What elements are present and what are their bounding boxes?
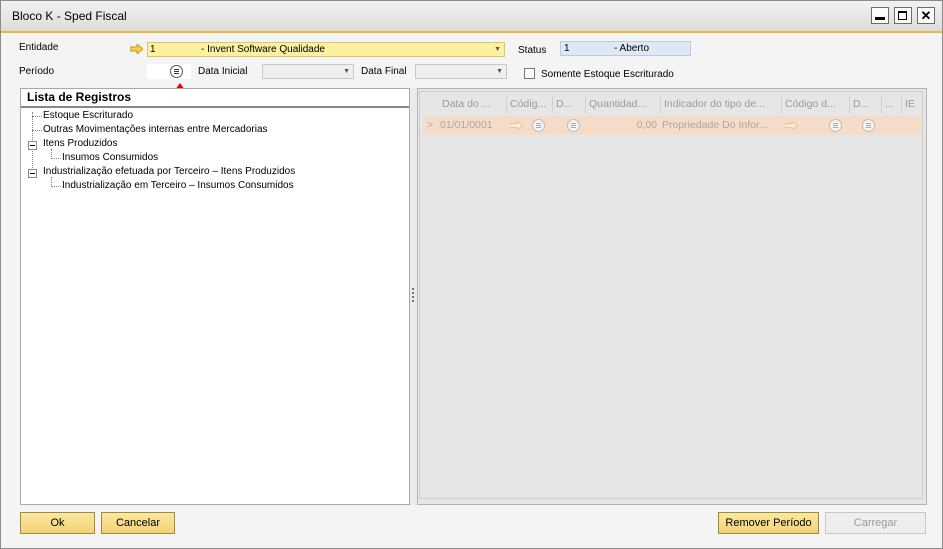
collapse-icon[interactable] — [28, 141, 37, 150]
choose-from-list-icon[interactable] — [862, 119, 875, 132]
periodo-field[interactable] — [147, 64, 191, 79]
row-date: 01/01/0001 — [440, 119, 493, 131]
link-arrow-icon[interactable] — [130, 44, 143, 54]
data-final-field[interactable]: ▼ — [415, 64, 507, 79]
close-glyph: ✕ — [920, 8, 932, 23]
somente-estoque-checkbox[interactable] — [524, 68, 535, 79]
grid-header-data[interactable]: Data do ... — [439, 96, 507, 113]
choose-from-list-icon[interactable] — [829, 119, 842, 132]
choose-from-list-icon[interactable] — [567, 119, 580, 132]
tree-connector — [51, 186, 61, 187]
window-title: Bloco K - Sped Fiscal — [12, 9, 127, 23]
grid-header-codigo[interactable]: Códig... — [507, 96, 553, 113]
status-field[interactable]: 1 - Aberto — [560, 41, 691, 56]
registros-grid-panel: Data do ... Códig... D... Quantidad... I… — [417, 88, 927, 505]
data-final-label: Data Final — [361, 66, 407, 77]
tree-item-insumos-consumidos[interactable]: Insumos Consumidos — [62, 152, 158, 163]
carregar-button[interactable]: Carregar — [825, 512, 926, 534]
chevron-down-icon[interactable]: ▼ — [343, 65, 350, 78]
tree-item-outras-movimentacoes[interactable]: Outras Movimentações internas entre Merc… — [43, 124, 268, 135]
somente-estoque-label: Somente Estoque Escriturado — [541, 69, 674, 80]
grid: Data do ... Códig... D... Quantidad... I… — [419, 91, 923, 499]
minimize-icon[interactable] — [871, 7, 889, 24]
cancel-button[interactable]: Cancelar — [101, 512, 175, 534]
grid-header-ie[interactable]: IE — [902, 96, 922, 113]
entidade-name: - Invent Software Qualidade — [201, 44, 325, 55]
entidade-code: 1 — [150, 44, 156, 55]
table-row[interactable]: > 01/01/0001 0,00 Propriedade Do Infor..… — [423, 116, 921, 135]
lista-registros-panel: Lista de Registros Estoque Escriturado O… — [20, 88, 410, 505]
link-arrow-icon[interactable] — [510, 121, 523, 130]
grid-header-codigo-d[interactable]: Código d... — [782, 96, 850, 113]
chevron-down-icon[interactable]: ▼ — [494, 43, 501, 56]
splitter-grip-icon[interactable] — [412, 288, 416, 302]
choose-from-list-icon[interactable] — [532, 119, 545, 132]
maximize-icon[interactable] — [894, 7, 912, 24]
tree-connector — [32, 116, 42, 117]
grid-header-ellipsis[interactable]: ... — [882, 96, 902, 113]
status-name: - Aberto — [614, 43, 650, 54]
data-inicial-label: Data Inicial — [198, 66, 248, 77]
grid-header-d1[interactable]: D... — [553, 96, 586, 113]
remover-periodo-button[interactable]: Remover Período — [718, 512, 819, 534]
tree-item-itens-produzidos[interactable]: Itens Produzidos — [43, 138, 118, 149]
tree-item-industrializacao-terceiro-itens[interactable]: Industrialização efetuada por Terceiro –… — [43, 166, 295, 177]
panel-splitter[interactable] — [410, 88, 417, 505]
grid-header-d2[interactable]: D... — [850, 96, 882, 113]
entidade-label: Entidade — [19, 42, 59, 53]
ok-button[interactable]: Ok — [20, 512, 95, 534]
grid-header-indicador[interactable]: Indicador do tipo de... — [661, 96, 782, 113]
periodo-label: Período — [19, 66, 55, 77]
chevron-down-icon[interactable]: ▼ — [496, 65, 503, 78]
data-inicial-field[interactable]: ▼ — [262, 64, 354, 79]
row-indicator: Propriedade Do Infor... — [662, 119, 768, 131]
tree-connector — [32, 130, 42, 131]
tree-connector — [51, 158, 61, 159]
divider — [21, 106, 409, 108]
tree-item-industrializacao-terceiro-insumos[interactable]: Industrialização em Terceiro – Insumos C… — [62, 180, 294, 191]
collapse-icon[interactable] — [28, 169, 37, 178]
close-icon[interactable]: ✕ — [917, 7, 935, 24]
status-label: Status — [518, 45, 547, 56]
window: Bloco K - Sped Fiscal ✕ Entidade 1 - Inv… — [0, 0, 943, 549]
choose-from-list-icon[interactable] — [170, 65, 183, 78]
entidade-field[interactable]: 1 - Invent Software Qualidade ▼ — [147, 42, 505, 57]
grid-header-quantidade[interactable]: Quantidad... — [586, 96, 661, 113]
link-arrow-icon[interactable] — [785, 121, 798, 130]
tree-item-estoque-escriturado[interactable]: Estoque Escriturado — [43, 110, 133, 121]
title-bar[interactable]: Bloco K - Sped Fiscal ✕ — [1, 1, 942, 33]
lista-registros-title: Lista de Registros — [27, 90, 132, 104]
row-marker: > — [427, 119, 434, 131]
row-quantity: 0,00 — [636, 119, 657, 131]
status-code: 1 — [564, 43, 570, 54]
